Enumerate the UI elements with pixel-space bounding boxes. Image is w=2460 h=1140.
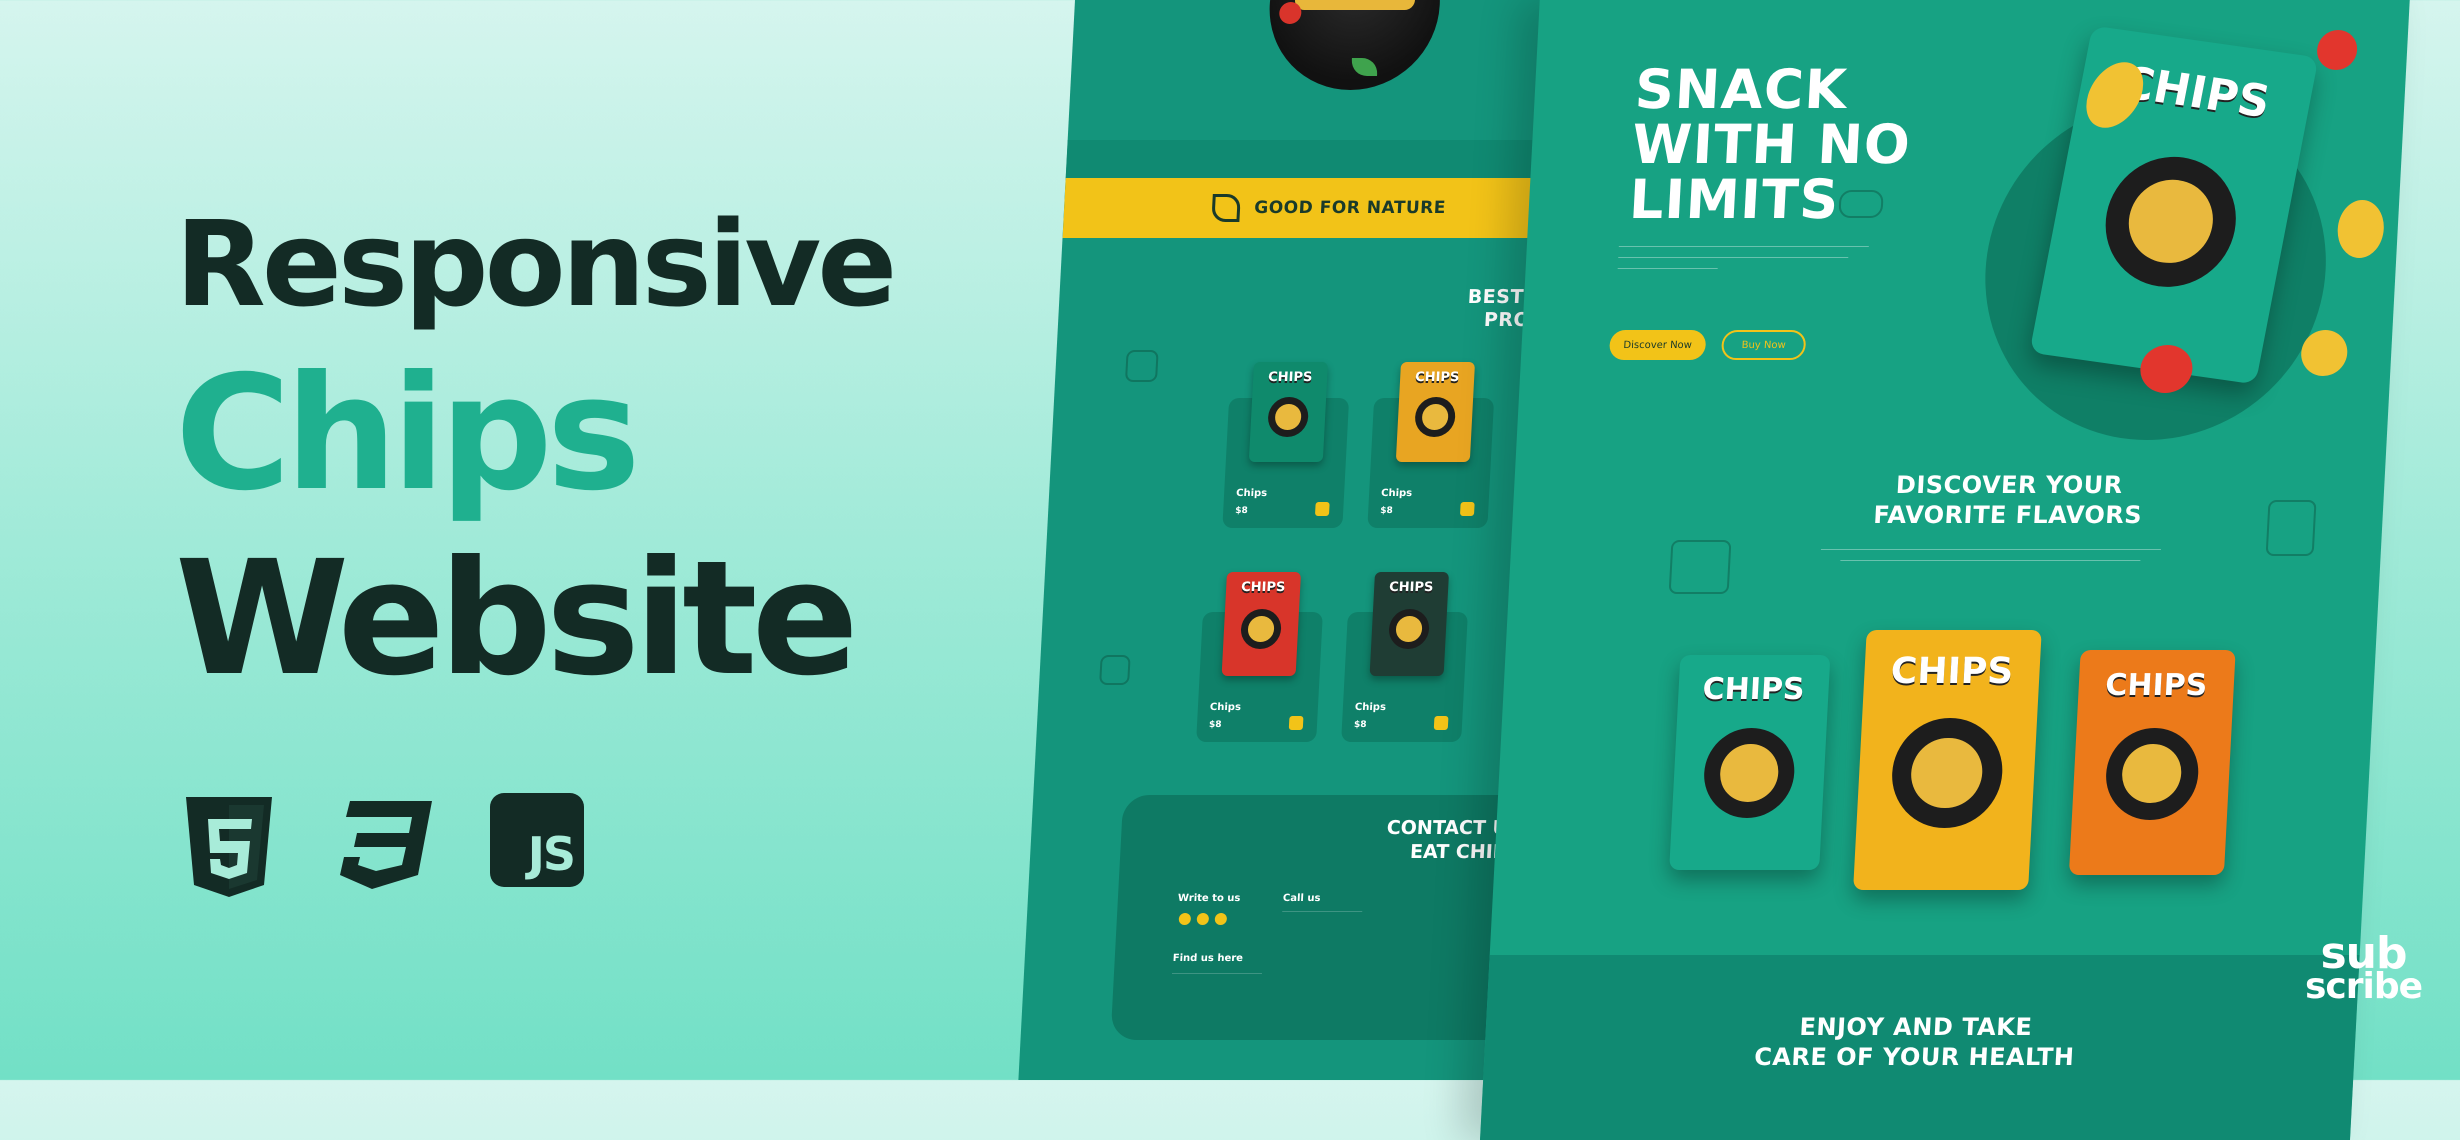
- flavors-description: [1810, 545, 2171, 571]
- flavors-title-line2: FAVORITE FLAVORS: [1872, 501, 2143, 529]
- flavor-bag-label: CHIPS: [2104, 668, 2209, 703]
- flavors-title: DISCOVER YOUR FAVORITE FLAVORS: [1842, 470, 2175, 530]
- title-line-website: Website: [175, 527, 859, 711]
- product-price: $8: [1379, 506, 1394, 516]
- hero-title-line2: WITH NO: [1630, 113, 1913, 177]
- nature-label: GOOD FOR NATURE: [1253, 198, 1447, 218]
- add-to-cart-button[interactable]: [1314, 502, 1330, 516]
- cheese-doodle-icon: [1668, 540, 1732, 594]
- chips-plate-image: [1701, 728, 1797, 819]
- contact-section: CONTACT US EAT CHIPS Write to us Call us…: [1110, 795, 1544, 1040]
- flavor-bag-label: CHIPS: [1701, 672, 1806, 708]
- social-icon[interactable]: [1178, 913, 1192, 925]
- add-to-cart-button[interactable]: [1288, 716, 1304, 730]
- call-us-label: Call us: [1282, 893, 1321, 904]
- hero-description: [1617, 242, 1894, 279]
- subscribe-line2: scribe: [2304, 966, 2423, 1008]
- social-icon[interactable]: [1214, 913, 1228, 925]
- nature-banner: GOOD FOR NATURE: [1062, 178, 1596, 238]
- product-name: Chips: [1235, 488, 1268, 499]
- bag-label: CHIPS: [1414, 370, 1460, 385]
- chips-plate-image: [1414, 397, 1457, 437]
- chip-image: [2300, 330, 2349, 376]
- chips-plate-image: [1888, 718, 2005, 828]
- cheese-doodle-icon: [2265, 500, 2317, 556]
- bag-label: CHIPS: [1267, 370, 1313, 385]
- divider-band: [1065, 140, 1598, 178]
- flavors-title-line1: DISCOVER YOUR: [1895, 471, 2124, 499]
- leaf-icon: [1211, 194, 1242, 222]
- bag-label: CHIPS: [1388, 580, 1434, 596]
- flavor-bag-green-image: CHIPS: [1669, 655, 1831, 870]
- add-to-cart-button[interactable]: [1433, 716, 1449, 730]
- chips-plate-image: [2103, 727, 2201, 820]
- find-us-label: Find us here: [1172, 953, 1244, 964]
- footer-title: ENJOY AND TAKE CARE OF YOUR HEALTH: [1724, 1012, 2107, 1072]
- product-name: Chips: [1380, 488, 1413, 499]
- product-bag-image: CHIPS: [1369, 572, 1450, 676]
- html5-icon: 5: [182, 795, 276, 903]
- chip-image: [2336, 200, 2386, 258]
- css3-icon: 3: [332, 795, 436, 895]
- write-us-label: Write to us: [1177, 893, 1241, 904]
- buy-now-button[interactable]: Buy Now: [1720, 330, 1807, 360]
- product-name: Chips: [1209, 702, 1242, 713]
- chips-plate-image: [2094, 147, 2248, 295]
- bowl-chips-image: [1294, 0, 1416, 10]
- social-icon[interactable]: [1196, 913, 1210, 925]
- front-mockup-page: SNACK WITH NO LIMITS Discover Now Buy No…: [1480, 0, 2410, 1140]
- tomato-image: [2316, 30, 2359, 70]
- product-bag-image: CHIPS: [1395, 362, 1476, 462]
- product-price: $8: [1353, 720, 1367, 730]
- find-us-text: [1171, 973, 1263, 992]
- javascript-icon: JS: [490, 793, 584, 887]
- product-price: $8: [1208, 720, 1222, 730]
- flavor-bag-label: CHIPS: [1889, 650, 2015, 692]
- subscribe-watermark[interactable]: sub scribe: [2304, 931, 2423, 1008]
- title-line-chips: Chips: [175, 342, 641, 526]
- doodle-icon: [1838, 190, 1884, 218]
- footer-title-line1: ENJOY AND TAKE: [1798, 1013, 2033, 1041]
- hero-title-line1: SNACK: [1633, 58, 1850, 121]
- chips-plate-image: [1267, 397, 1310, 437]
- footer-title-line2: CARE OF YOUR HEALTH: [1753, 1043, 2076, 1071]
- flavor-bag-orange-image: CHIPS: [2068, 650, 2236, 875]
- title-line-responsive: Responsive: [175, 195, 897, 333]
- chips-plate-image: [1387, 609, 1431, 650]
- discover-now-button[interactable]: Discover Now: [1608, 330, 1707, 360]
- add-to-cart-button[interactable]: [1459, 502, 1475, 516]
- product-bag-image: CHIPS: [1221, 572, 1302, 676]
- chips-plate-image: [1239, 609, 1283, 650]
- doodle-icon: [1099, 655, 1131, 685]
- doodle-icon: [1124, 350, 1159, 382]
- javascript-label: JS: [527, 827, 576, 881]
- product-price: $8: [1234, 506, 1249, 516]
- call-us-text: [1281, 911, 1363, 932]
- product-bag-image: CHIPS: [1248, 362, 1329, 462]
- product-name: Chips: [1354, 702, 1387, 713]
- flavor-bag-yellow-image: CHIPS: [1853, 630, 2042, 890]
- bag-label: CHIPS: [1240, 580, 1286, 596]
